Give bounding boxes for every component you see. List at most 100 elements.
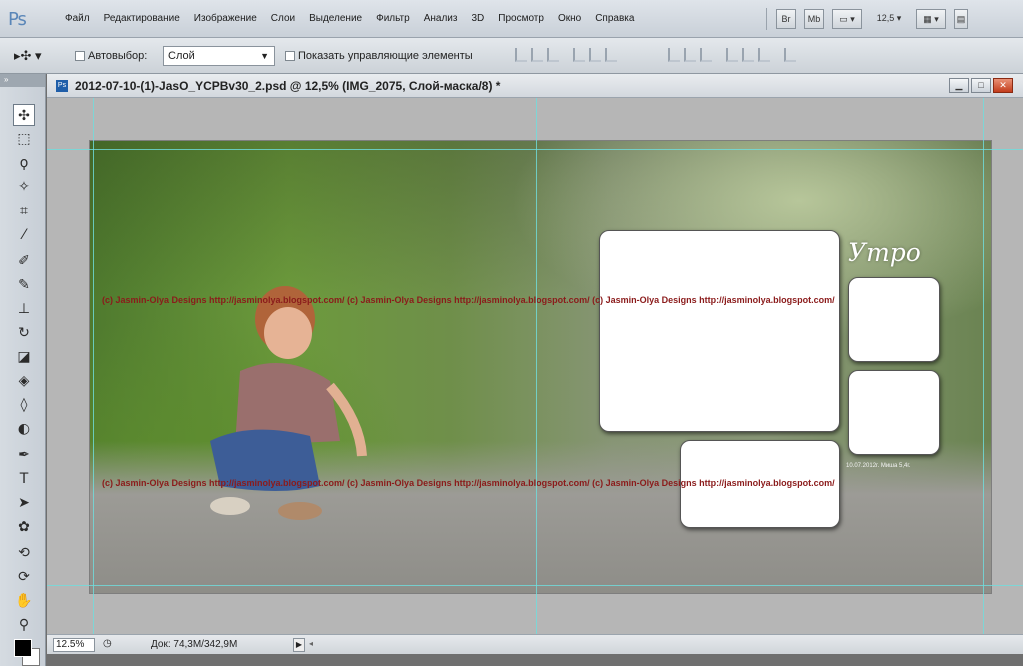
screen-mode-button[interactable]: ▤ xyxy=(954,9,968,29)
menu-window[interactable]: Окно xyxy=(551,0,588,38)
menu-select[interactable]: Выделение xyxy=(302,0,369,38)
canvas-area[interactable]: Утро (c) Jasmin-Olya Designs http://jasm… xyxy=(47,98,1023,634)
menu-view[interactable]: Просмотр xyxy=(491,0,551,38)
3d-orbit-tool-icon[interactable]: ⟳ xyxy=(13,566,35,588)
zoom-preview-icon[interactable]: ◷ xyxy=(103,638,112,649)
type-tool-icon[interactable]: T xyxy=(13,468,35,490)
guide-vertical[interactable] xyxy=(93,98,94,634)
show-transform-controls-checkbox[interactable]: Показать управляющие элементы xyxy=(285,38,473,74)
foreground-color-swatch[interactable] xyxy=(14,639,32,657)
photo-placeholder-large[interactable] xyxy=(599,230,840,432)
minimize-button[interactable]: ▁ xyxy=(949,78,969,93)
zoom-field[interactable]: 12.5% xyxy=(53,638,95,652)
scroll-left-icon[interactable]: ◂ xyxy=(309,639,313,648)
tools-panel: » ✣ ⬚ ϙ ✧ ⌗ ⁄ ✐ ✎ ⊥ ↻ ◪ ◈ ◊ ◐ ✒ T ➤ ✿ ⟲ … xyxy=(0,74,46,666)
menu-3d[interactable]: 3D xyxy=(464,0,491,38)
show-controls-check-box[interactable] xyxy=(285,51,295,61)
auto-select-value: Слой xyxy=(168,50,195,62)
chevron-down-icon: ▼ xyxy=(260,51,269,61)
main-menu: Файл Редактирование Изображение Слои Выд… xyxy=(58,0,641,38)
show-controls-label: Показать управляющие элементы xyxy=(298,50,473,62)
align-top-icon[interactable] xyxy=(515,48,527,62)
paint-bucket-tool-icon[interactable]: ◈ xyxy=(13,370,35,392)
history-brush-tool-icon[interactable]: ↻ xyxy=(13,322,35,344)
distribute-bottom-icon[interactable] xyxy=(700,48,712,62)
photo-book-page[interactable]: Утро (c) Jasmin-Olya Designs http://jasm… xyxy=(90,141,991,593)
distribute-buttons xyxy=(668,48,796,64)
align-vertical-center-icon[interactable] xyxy=(531,48,543,62)
journal-note: 10.07.2012г. Миша 5,4г. xyxy=(846,463,911,469)
menu-file[interactable]: Файл xyxy=(58,0,97,38)
eyedropper-tool-icon[interactable]: ⁄ xyxy=(13,224,35,246)
eraser-tool-icon[interactable]: ◪ xyxy=(13,346,35,368)
document-title: 2012-07-10-(1)-JasO_YCPBv30_2.psd @ 12,5… xyxy=(75,79,501,93)
auto-align-layers-icon[interactable] xyxy=(784,48,796,62)
guide-horizontal[interactable] xyxy=(47,149,1023,150)
distribute-left-icon[interactable] xyxy=(726,48,738,62)
menu-edit[interactable]: Редактирование xyxy=(97,0,187,38)
menu-layers[interactable]: Слои xyxy=(264,0,302,38)
quick-selection-tool-icon[interactable]: ✧ xyxy=(13,176,35,198)
move-tool-preset-picker[interactable]: ▸✣ ▾ xyxy=(14,38,42,74)
zoom-level-dropdown[interactable]: 12,5 ▾ xyxy=(870,9,908,29)
marquee-tool-icon[interactable]: ⬚ xyxy=(13,128,35,150)
separator xyxy=(766,8,767,30)
watermark-row-bottom: (c) Jasmin-Olya Designs http://jasminoly… xyxy=(102,478,835,488)
move-tool-icon[interactable]: ✣ xyxy=(13,104,35,126)
photo-placeholder-small-top[interactable] xyxy=(848,277,940,362)
guide-horizontal[interactable] xyxy=(47,585,1023,586)
zoom-tool-icon[interactable]: ⚲ xyxy=(13,614,35,636)
distribute-center-icon[interactable] xyxy=(684,48,696,62)
align-bottom-icon[interactable] xyxy=(547,48,559,62)
lasso-tool-icon[interactable]: ϙ xyxy=(13,152,35,174)
watermark-row-top: (c) Jasmin-Olya Designs http://jasminoly… xyxy=(102,295,835,305)
status-bar: 12.5% ◷ Док: 74,3M/342,9M ▶ ◂ xyxy=(47,634,1023,654)
3d-rotate-tool-icon[interactable]: ⟲ xyxy=(13,542,35,564)
mini-bridge-button[interactable]: Mb xyxy=(804,9,824,29)
maximize-button[interactable]: □ xyxy=(971,78,991,93)
align-right-icon[interactable] xyxy=(605,48,617,62)
menu-help[interactable]: Справка xyxy=(588,0,641,38)
menu-bar: Ps Файл Редактирование Изображение Слои … xyxy=(0,0,1023,38)
menu-image[interactable]: Изображение xyxy=(187,0,264,38)
crop-tool-icon[interactable]: ⌗ xyxy=(13,200,35,222)
blur-tool-icon[interactable]: ◊ xyxy=(13,394,35,416)
menu-filter[interactable]: Фильтр xyxy=(369,0,417,38)
close-button[interactable]: ✕ xyxy=(993,78,1013,93)
path-selection-tool-icon[interactable]: ➤ xyxy=(13,492,35,514)
distribute-right-icon[interactable] xyxy=(758,48,770,62)
auto-select-check-box[interactable] xyxy=(75,51,85,61)
move-tool-icon: ▸✣ ▾ xyxy=(14,48,42,63)
tools-panel-header[interactable]: » xyxy=(0,74,45,87)
brush-tool-icon[interactable]: ✎ xyxy=(13,274,35,296)
auto-select-checkbox[interactable]: Автовыбор: xyxy=(75,38,147,74)
pen-tool-icon[interactable]: ✒ xyxy=(13,444,35,466)
align-horizontal-center-icon[interactable] xyxy=(589,48,601,62)
options-bar: ▸✣ ▾ Автовыбор: Слой ▼ Показать управляю… xyxy=(0,38,1023,74)
shape-tool-icon[interactable]: ✿ xyxy=(13,516,35,538)
guide-vertical[interactable] xyxy=(536,98,537,634)
child-figure xyxy=(210,286,367,520)
align-buttons xyxy=(515,48,617,64)
auto-select-target-select[interactable]: Слой ▼ xyxy=(163,46,275,66)
distribute-top-icon[interactable] xyxy=(668,48,680,62)
document-size-info: Док: 74,3M/342,9M xyxy=(151,639,238,650)
photoshop-logo: Ps xyxy=(8,9,27,30)
title-text-utro: Утро xyxy=(848,238,921,267)
hand-tool-icon[interactable]: ✋ xyxy=(13,590,35,612)
view-extras-button[interactable]: ▭ ▾ xyxy=(832,9,862,29)
align-left-icon[interactable] xyxy=(573,48,585,62)
distribute-hcenter-icon[interactable] xyxy=(742,48,754,62)
clone-stamp-tool-icon[interactable]: ⊥ xyxy=(13,298,35,320)
bridge-button[interactable]: Br xyxy=(776,9,796,29)
healing-brush-tool-icon[interactable]: ✐ xyxy=(13,250,35,272)
zoom-level-value: 12,5 xyxy=(876,13,895,23)
dodge-tool-icon[interactable]: ◐ xyxy=(13,418,35,440)
auto-select-label: Автовыбор: xyxy=(88,50,148,62)
arrange-documents-button[interactable]: ▦ ▾ xyxy=(916,9,946,29)
menu-analysis[interactable]: Анализ xyxy=(417,0,465,38)
photo-placeholder-small-middle[interactable] xyxy=(848,370,940,455)
document-tab[interactable]: Ps 2012-07-10-(1)-JasO_YCPBv30_2.psd @ 1… xyxy=(47,74,1023,98)
status-menu-button[interactable]: ▶ xyxy=(293,638,305,652)
guide-vertical[interactable] xyxy=(983,98,984,634)
